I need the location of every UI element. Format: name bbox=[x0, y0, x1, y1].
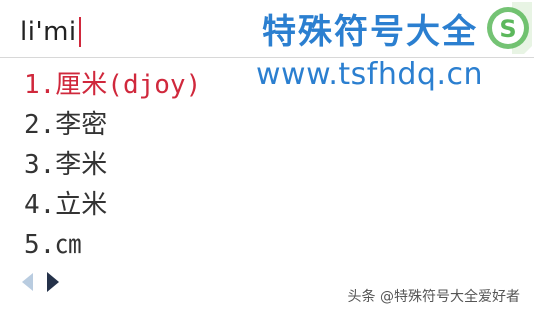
candidate-1[interactable]: 1.厘米(djoy) bbox=[24, 62, 201, 102]
candidate-3[interactable]: 3.李米 bbox=[24, 142, 201, 182]
watermark-title: 特殊符号大全 bbox=[262, 12, 478, 52]
attribution-text: 头条 @特殊符号大全爱好者 bbox=[347, 289, 520, 305]
composition-area[interactable]: li'mi bbox=[20, 12, 81, 52]
ime-candidate-window: li'mi 特殊符号大全 S www.tsfhdq.cn 1.厘米(djoy) … bbox=[0, 0, 534, 316]
watermark-url: www.tsfhdq.cn bbox=[256, 57, 483, 92]
page-navigation bbox=[22, 272, 59, 292]
text-caret bbox=[78, 17, 81, 47]
composition-text: li'mi bbox=[20, 17, 77, 47]
candidate-list: 1.厘米(djoy) 2.李密 3.李米 4.立米 5.㎝ bbox=[24, 62, 201, 262]
candidate-2[interactable]: 2.李密 bbox=[24, 102, 201, 142]
logo-letter: S bbox=[499, 15, 516, 43]
previous-page-icon[interactable] bbox=[22, 273, 33, 291]
candidate-5[interactable]: 5.㎝ bbox=[24, 222, 201, 262]
candidate-4[interactable]: 4.立米 bbox=[24, 182, 201, 222]
next-page-icon[interactable] bbox=[47, 272, 59, 292]
site-logo-icon: S bbox=[487, 2, 532, 54]
